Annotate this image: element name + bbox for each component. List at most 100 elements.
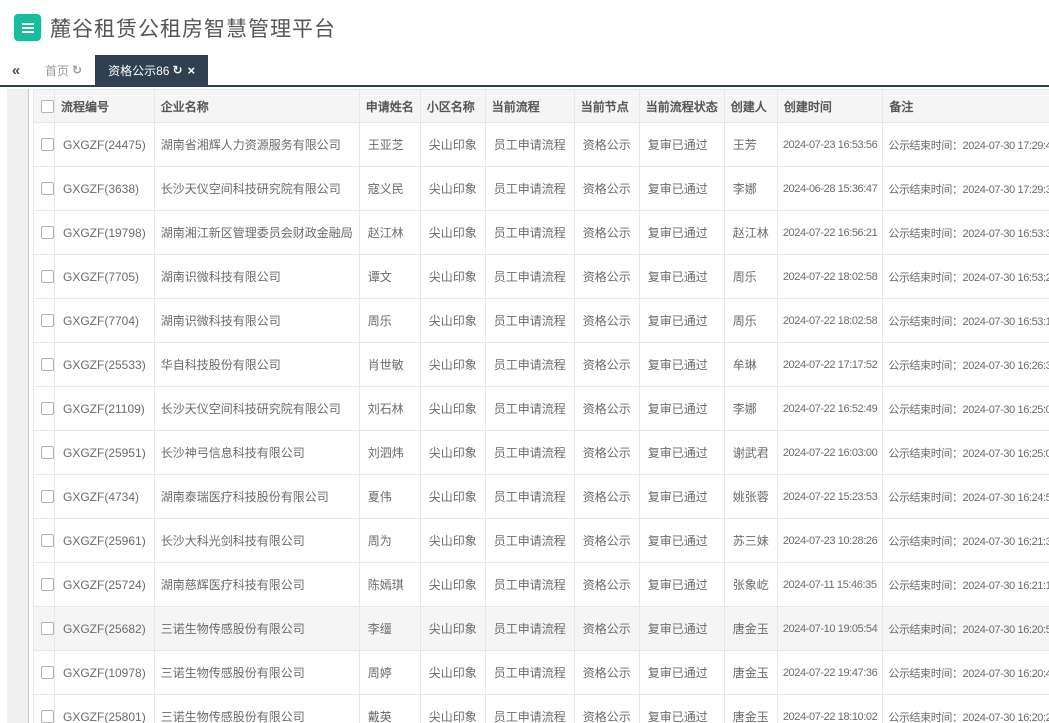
cell-value: 复审已通过 bbox=[648, 710, 708, 723]
collapse-tabs-icon[interactable]: « bbox=[0, 55, 32, 85]
row-checkbox[interactable] bbox=[41, 490, 54, 503]
cell-status: 复审已通过 bbox=[639, 387, 724, 431]
close-tab-icon[interactable]: × bbox=[188, 64, 196, 77]
cell-value: 尖山印象 bbox=[429, 358, 477, 372]
cell-status: 复审已通过 bbox=[639, 651, 724, 695]
cell-value: 员工申请流程 bbox=[494, 578, 566, 592]
cell-community: 尖山印象 bbox=[420, 255, 485, 299]
cell-value: 尖山印象 bbox=[429, 314, 477, 328]
row-checkbox[interactable] bbox=[41, 578, 54, 591]
column-header-label: 申请姓名 bbox=[366, 100, 414, 114]
table-row[interactable]: GXGZF(25801)三诺生物传感股份有限公司戴英尖山印象员工申请流程资格公示… bbox=[34, 695, 1049, 723]
cell-status: 复审已通过 bbox=[639, 211, 724, 255]
select-all-checkbox[interactable] bbox=[41, 100, 54, 113]
cell-company: 长沙天仪空间科技研究院有限公司 bbox=[154, 387, 359, 431]
cell-value: 2024-06-28 15:36:47 bbox=[783, 183, 878, 195]
cell-node: 资格公示 bbox=[574, 299, 639, 343]
cell-value: 复审已通过 bbox=[648, 314, 708, 328]
tab-label: 首页 bbox=[45, 62, 69, 79]
cell-node: 资格公示 bbox=[574, 343, 639, 387]
menu-toggle-button[interactable] bbox=[14, 14, 41, 41]
row-checkbox[interactable] bbox=[41, 182, 54, 195]
cell-value: 公示结束时间：2024-07-30 16:20:25 bbox=[888, 712, 1049, 723]
cell-value: GXGZF(4734) bbox=[63, 490, 139, 504]
refresh-icon[interactable]: ↻ bbox=[72, 63, 82, 77]
column-header-node: 当前节点 bbox=[574, 90, 639, 123]
cell-community: 尖山印象 bbox=[420, 695, 485, 723]
cell-applicant: 肖世敏 bbox=[359, 343, 420, 387]
tab-home[interactable]: 首页↻ bbox=[32, 55, 95, 85]
cell-value: 苏三妹 bbox=[733, 534, 769, 548]
refresh-icon[interactable]: ↻ bbox=[172, 63, 182, 77]
cell-value: GXGZF(10978) bbox=[63, 666, 146, 680]
row-checkbox[interactable] bbox=[41, 402, 54, 415]
row-checkbox[interactable] bbox=[41, 138, 54, 151]
cell-creator: 唐金玉 bbox=[724, 695, 777, 723]
row-checkbox[interactable] bbox=[41, 710, 54, 723]
cell-remark: 公示结束时间：2024-07-30 16:24:51 bbox=[883, 475, 1049, 519]
cell-process: 员工申请流程 bbox=[485, 695, 574, 723]
cell-value: 员工申请流程 bbox=[494, 358, 566, 372]
row-checkbox[interactable] bbox=[41, 666, 54, 679]
cell-value: 2024-07-22 16:52:49 bbox=[783, 403, 878, 415]
cell-value: GXGZF(19798) bbox=[63, 226, 146, 240]
row-checkbox[interactable] bbox=[41, 314, 54, 327]
cell-value: 资格公示 bbox=[583, 534, 631, 548]
cell-id: GXGZF(21109) bbox=[55, 387, 155, 431]
cell-node: 资格公示 bbox=[574, 695, 639, 723]
cell-value: 复审已通过 bbox=[648, 622, 708, 636]
column-header-company: 企业名称 bbox=[154, 90, 359, 123]
row-checkbox[interactable] bbox=[41, 358, 54, 371]
table-row[interactable]: GXGZF(3638)长沙天仪空间科技研究院有限公司寇义民尖山印象员工申请流程资… bbox=[34, 167, 1049, 211]
table-row[interactable]: GXGZF(25533)华自科技股份有限公司肖世敏尖山印象员工申请流程资格公示复… bbox=[34, 343, 1049, 387]
table-row[interactable]: GXGZF(7704)湖南识微科技有限公司周乐尖山印象员工申请流程资格公示复审已… bbox=[34, 299, 1049, 343]
row-checkbox[interactable] bbox=[41, 446, 54, 459]
cell-value: 三诺生物传感股份有限公司 bbox=[161, 666, 305, 680]
cell-remark: 公示结束时间：2024-07-30 16:21:31 bbox=[883, 519, 1049, 563]
table-row[interactable]: GXGZF(4734)湖南泰瑞医疗科技股份有限公司夏伟尖山印象员工申请流程资格公… bbox=[34, 475, 1049, 519]
row-checkbox[interactable] bbox=[41, 622, 54, 635]
cell-creator: 唐金玉 bbox=[724, 651, 777, 695]
cell-value: 复审已通过 bbox=[648, 666, 708, 680]
cell-created: 2024-07-22 16:52:49 bbox=[777, 387, 883, 431]
table-row[interactable]: GXGZF(19798)湖南湘江新区管理委员会财政金融局赵江林尖山印象员工申请流… bbox=[34, 211, 1049, 255]
table-row[interactable]: GXGZF(25682)三诺生物传感股份有限公司李缰尖山印象员工申请流程资格公示… bbox=[34, 607, 1049, 651]
table-row[interactable]: GXGZF(7705)湖南识微科技有限公司谭文尖山印象员工申请流程资格公示复审已… bbox=[34, 255, 1049, 299]
table-row[interactable]: GXGZF(24475)湖南省湘辉人力资源服务有限公司王亚芝尖山印象员工申请流程… bbox=[34, 123, 1049, 167]
cell-applicant: 寇义民 bbox=[359, 167, 420, 211]
cell-id: GXGZF(4734) bbox=[55, 475, 155, 519]
column-header-label: 当前节点 bbox=[581, 100, 629, 114]
cell-value: 尖山印象 bbox=[429, 446, 477, 460]
cell-value: 复审已通过 bbox=[648, 182, 708, 196]
cell-value: 长沙天仪空间科技研究院有限公司 bbox=[161, 402, 341, 416]
cell-value: 尖山印象 bbox=[429, 138, 477, 152]
cell-value: 资格公示 bbox=[583, 446, 631, 460]
cell-process: 员工申请流程 bbox=[485, 563, 574, 607]
cell-value: 复审已通过 bbox=[648, 270, 708, 284]
table-row[interactable]: GXGZF(25951)长沙神弓信息科技有限公司刘泗炜尖山印象员工申请流程资格公… bbox=[34, 431, 1049, 475]
table-panel: 流程编号企业名称申请姓名小区名称当前流程当前节点当前流程状态创建人创建时间备注 … bbox=[33, 89, 1049, 723]
row-checkbox[interactable] bbox=[41, 226, 54, 239]
cell-process: 员工申请流程 bbox=[485, 123, 574, 167]
table-row[interactable]: GXGZF(25961)长沙大科光剑科技有限公司周为尖山印象员工申请流程资格公示… bbox=[34, 519, 1049, 563]
row-checkbox[interactable] bbox=[41, 534, 54, 547]
cell-value: 员工申请流程 bbox=[494, 226, 566, 240]
column-header-id: 流程编号 bbox=[55, 90, 155, 123]
cell-process: 员工申请流程 bbox=[485, 211, 574, 255]
cell-node: 资格公示 bbox=[574, 563, 639, 607]
table-row[interactable]: GXGZF(25724)湖南慈辉医疗科技有限公司陈嫣琪尖山印象员工申请流程资格公… bbox=[34, 563, 1049, 607]
row-checkbox[interactable] bbox=[41, 270, 54, 283]
collapsed-sidebar[interactable] bbox=[0, 89, 29, 723]
table-row[interactable]: GXGZF(10978)三诺生物传感股份有限公司周婷尖山印象员工申请流程资格公示… bbox=[34, 651, 1049, 695]
cell-id: GXGZF(25801) bbox=[55, 695, 155, 723]
cell-value: 复审已通过 bbox=[648, 490, 708, 504]
tab-qualification-announcement[interactable]: 资格公示86↻× bbox=[95, 55, 208, 85]
cell-creator: 牟琳 bbox=[724, 343, 777, 387]
cell-process: 员工申请流程 bbox=[485, 255, 574, 299]
table-row[interactable]: GXGZF(21109)长沙天仪空间科技研究院有限公司刘石林尖山印象员工申请流程… bbox=[34, 387, 1049, 431]
cell-value: 员工申请流程 bbox=[494, 138, 566, 152]
cell-created: 2024-07-22 16:03:00 bbox=[777, 431, 883, 475]
cell-creator: 张象屹 bbox=[724, 563, 777, 607]
cell-created: 2024-07-23 10:28:26 bbox=[777, 519, 883, 563]
cell-company: 湖南湘江新区管理委员会财政金融局 bbox=[154, 211, 359, 255]
